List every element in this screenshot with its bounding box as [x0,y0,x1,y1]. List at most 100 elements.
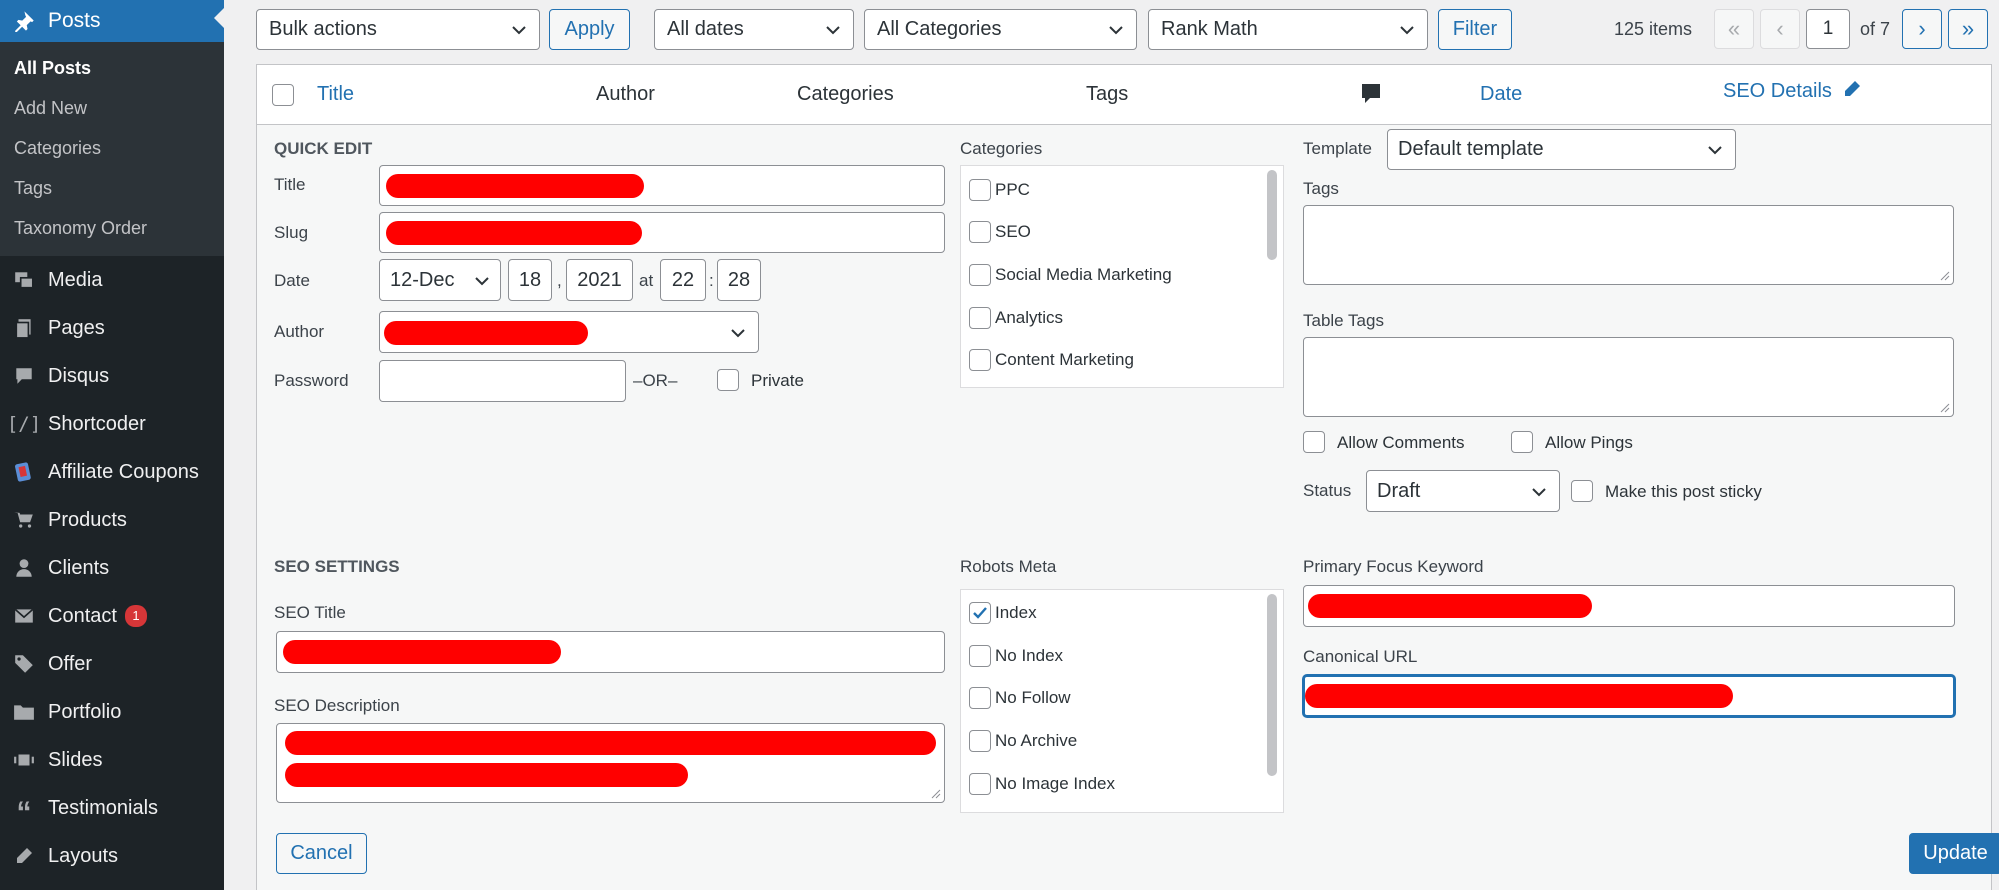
current-page-input[interactable]: 1 [1806,9,1850,49]
seo-description-textarea[interactable] [276,723,945,803]
cart-icon [10,506,38,534]
resize-handle-icon[interactable] [1940,271,1950,281]
redaction-mark [285,731,936,755]
day-input[interactable]: 18 [508,259,552,301]
category-checkbox-seo[interactable] [969,221,991,243]
sidebar-item-shortcoder[interactable]: [/] Shortcoder [0,400,224,448]
seo-settings-heading: SEO SETTINGS [274,557,400,576]
robots-checkbox-index[interactable] [969,602,991,624]
robots-label: Index [995,603,1037,622]
bulk-actions-select[interactable]: Bulk actions [256,9,540,50]
column-seo-details[interactable]: SEO Details [1723,79,1862,103]
prev-page-button[interactable]: ‹ [1760,9,1800,49]
year-input[interactable]: 2021 [566,259,633,301]
sidebar-item-offer[interactable]: Offer [0,640,224,688]
chevron-down-icon [826,25,840,34]
sidebar-item-products[interactable]: Products [0,496,224,544]
media-icon [10,266,38,294]
category-checkbox-ppc[interactable] [969,179,991,201]
chevron-down-icon [512,25,526,34]
status-select[interactable]: Draft [1366,470,1560,512]
column-author: Author [596,83,655,105]
column-categories: Categories [797,83,894,105]
submenu-tags[interactable]: Tags [0,168,224,208]
sidebar-item-testimonials[interactable]: “ Testimonials [0,784,224,832]
next-page-button[interactable]: › [1902,9,1942,49]
sidebar-item-label: Affiliate Coupons [48,460,199,483]
allow-pings-checkbox[interactable] [1511,431,1533,453]
robots-checkbox-noimageindex[interactable] [969,773,991,795]
main-content: Bulk actions Apply All dates All Categor… [224,0,1999,890]
hour-input[interactable]: 22 [660,259,706,301]
category-checkbox-content-marketing[interactable] [969,349,991,371]
seo-title-input[interactable] [276,631,945,673]
seo-description-label: SEO Description [274,696,400,715]
password-label: Password [274,371,349,390]
table-tags-textarea[interactable] [1303,337,1954,417]
submenu-taxonomy-order[interactable]: Taxonomy Order [0,208,224,248]
last-page-button[interactable]: » [1948,9,1988,49]
sidebar-item-media[interactable]: Media [0,256,224,304]
seo-filter-select[interactable]: Rank Math [1148,9,1428,50]
month-select[interactable]: 12-Dec [379,259,501,301]
sidebar-item-disqus[interactable]: Disqus [0,352,224,400]
tags-textarea[interactable] [1303,205,1954,285]
column-date[interactable]: Date [1480,83,1522,106]
apply-button[interactable]: Apply [549,9,630,50]
resize-handle-icon[interactable] [1940,403,1950,413]
resize-handle-icon[interactable] [931,789,941,799]
sidebar-item-slides[interactable]: Slides [0,736,224,784]
password-input[interactable] [379,360,626,402]
category-label: SEO [995,222,1031,241]
canonical-url-input[interactable] [1303,675,1955,717]
quick-edit-panel: QUICK EDIT Title Slug Date 12-Dec 18 , 2… [257,125,1999,890]
sidebar-item-affiliate-coupons[interactable]: Affiliate Coupons [0,448,224,496]
sidebar-item-portfolio[interactable]: Portfolio [0,688,224,736]
sidebar-item-pages[interactable]: Pages [0,304,224,352]
scrollbar-thumb[interactable] [1267,170,1277,260]
robots-checkbox-nofollow[interactable] [969,687,991,709]
quick-edit-heading: QUICK EDIT [274,139,373,158]
sidebar-item-clients[interactable]: Clients [0,544,224,592]
sidebar-item-label: Posts [48,9,101,32]
sidebar-item-contact[interactable]: Contact 1 [0,592,224,640]
allow-comments-checkbox[interactable] [1303,431,1325,453]
cancel-button[interactable]: Cancel [276,833,367,874]
categories-filter-select[interactable]: All Categories [864,9,1137,50]
minute-input[interactable]: 28 [717,259,761,301]
category-checkbox-social-media[interactable] [969,264,991,286]
sidebar-item-posts[interactable]: Posts [0,0,224,42]
filter-button[interactable]: Filter [1438,9,1512,50]
time-colon: : [709,271,714,290]
first-page-button[interactable]: « [1714,9,1754,49]
slug-input[interactable] [379,212,945,253]
private-checkbox[interactable] [717,369,739,391]
sidebar-item-label: Media [48,268,103,291]
category-checkbox-analytics[interactable] [969,307,991,329]
column-title[interactable]: Title [317,83,354,106]
select-all-checkbox[interactable] [272,84,294,106]
submenu-add-new[interactable]: Add New [0,88,224,128]
sidebar-item-label: Products [48,508,127,531]
folder-icon [10,698,38,726]
items-count: 125 items [1614,19,1693,39]
scrollbar-thumb[interactable] [1267,594,1277,776]
chevron-down-icon [731,329,745,338]
update-button[interactable]: Update [1909,833,1999,874]
sidebar-item-label: Testimonials [48,796,159,819]
sticky-checkbox[interactable] [1571,480,1593,502]
robots-checkbox-noarchive[interactable] [969,730,991,752]
template-select[interactable]: Default template [1387,129,1736,170]
redaction-mark [386,174,644,198]
sidebar-item-label: Disqus [48,364,110,387]
focus-keyword-input[interactable] [1303,585,1955,627]
title-input[interactable] [379,165,945,206]
dates-filter-select[interactable]: All dates [654,9,854,50]
robots-checkbox-noindex[interactable] [969,645,991,667]
submenu-categories[interactable]: Categories [0,128,224,168]
author-select[interactable] [379,311,759,353]
sidebar-item-layouts[interactable]: Layouts [0,832,224,880]
tag-icon [10,650,38,678]
submenu-all-posts[interactable]: All Posts [0,48,224,88]
comment-icon[interactable] [1361,83,1381,110]
